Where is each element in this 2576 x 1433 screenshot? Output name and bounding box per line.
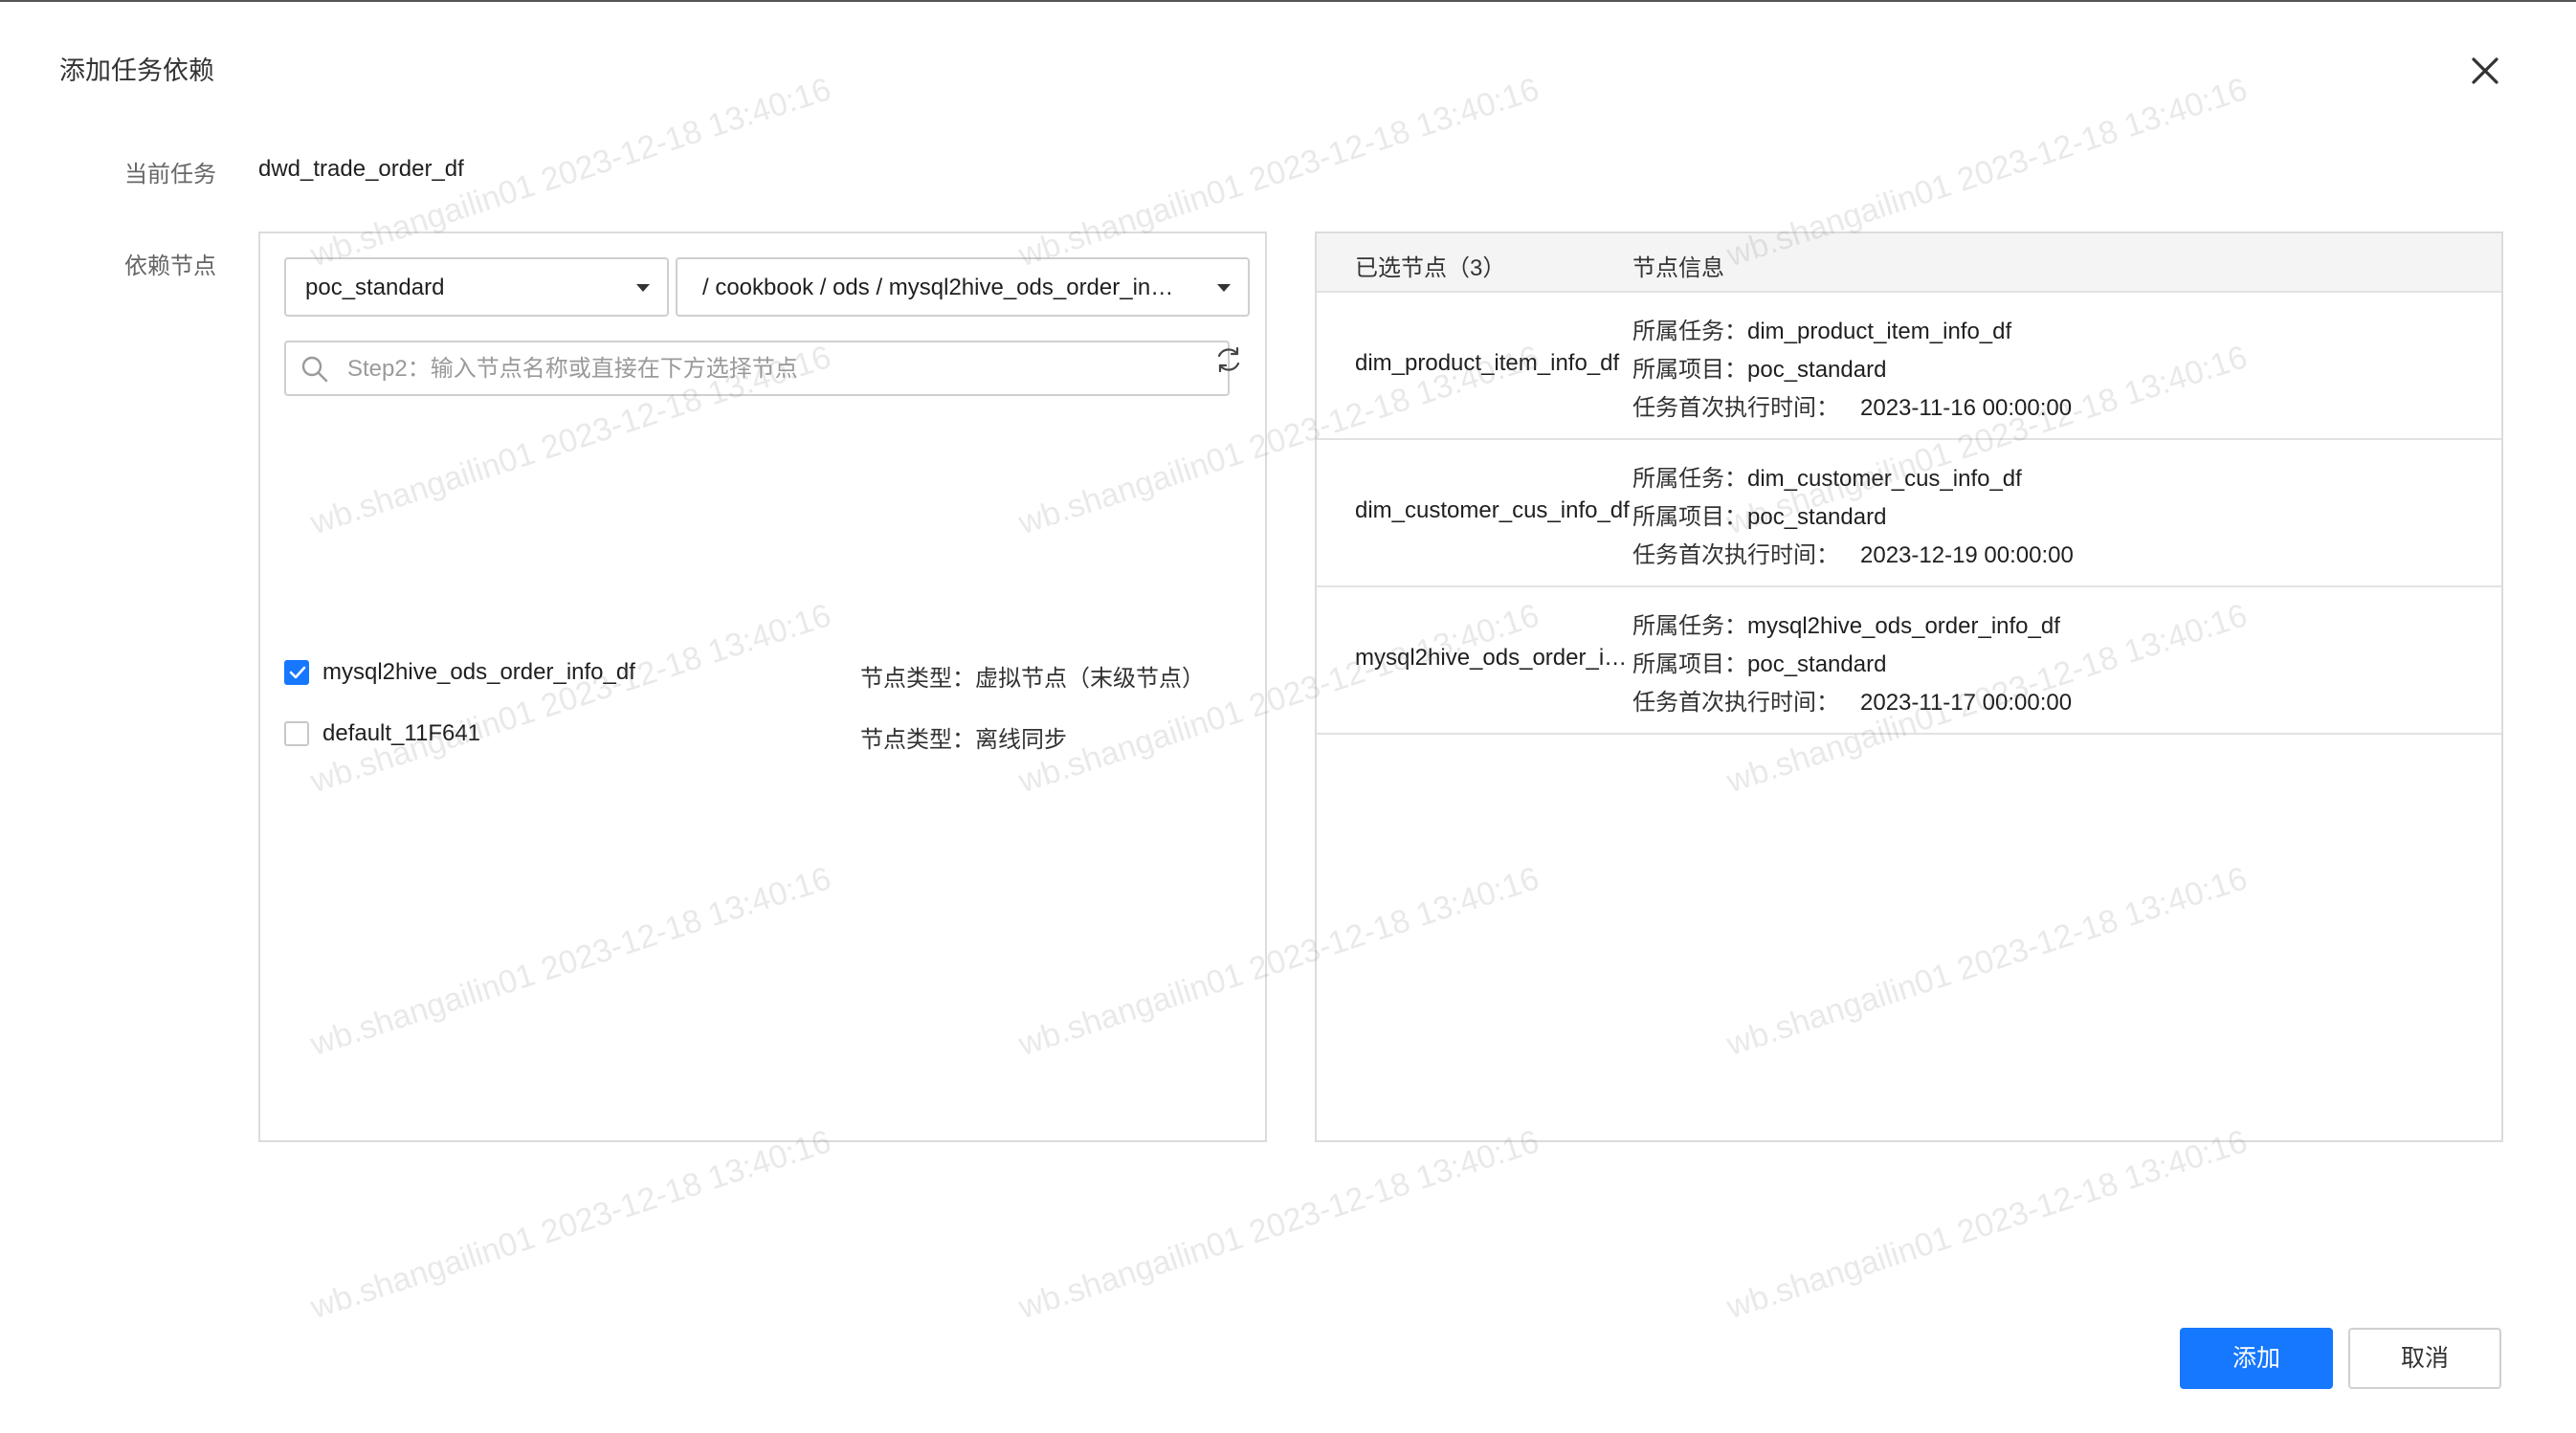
- selected-count-header: 已选节点（3）: [1355, 255, 1506, 281]
- node-task-info: 所属任务：dim_customer_cus_info_df: [1632, 466, 2022, 492]
- add-task-dependency-dialog: 添加任务依赖 当前任务 dwd_trade_order_df 依赖节点 poc_…: [0, 0, 2576, 1433]
- caret-down-icon: [1217, 284, 1231, 292]
- close-icon[interactable]: [2464, 50, 2506, 92]
- path-select-value: / cookbook / ods / mysql2hive_ods_order_…: [702, 275, 1174, 300]
- cancel-button[interactable]: 取消: [2348, 1328, 2501, 1389]
- node-project-info: 所属项目：poc_standard: [1632, 357, 1887, 383]
- node-checkbox[interactable]: [284, 721, 309, 746]
- selected-node-name: mysql2hive_ods_order_i…: [1355, 645, 1628, 671]
- selected-node-row: dim_product_item_info_df 所属任务：dim_produc…: [1317, 293, 2501, 440]
- selected-node-row: mysql2hive_ods_order_i… 所属任务：mysql2hive_…: [1317, 587, 2501, 735]
- node-selector-panel: poc_standard / cookbook / ods / mysql2hi…: [258, 231, 1267, 1142]
- node-list-item[interactable]: default_11F641 节点类型：离线同步: [284, 717, 1241, 753]
- refresh-icon[interactable]: [1211, 342, 1246, 377]
- caret-down-icon: [636, 284, 650, 292]
- selected-node-name: dim_product_item_info_df: [1355, 350, 1620, 376]
- node-list-item[interactable]: mysql2hive_ods_order_info_df 节点类型：虚拟节点（末…: [284, 656, 1241, 692]
- add-button[interactable]: 添加: [2180, 1328, 2333, 1389]
- node-project-info: 所属项目：poc_standard: [1632, 504, 1887, 530]
- node-name: default_11F641: [322, 720, 481, 746]
- project-select[interactable]: poc_standard: [284, 257, 669, 317]
- selected-nodes-panel: 已选节点（3） 节点信息 dim_product_item_info_df 所属…: [1315, 231, 2503, 1142]
- selected-nodes-header: 已选节点（3） 节点信息: [1317, 233, 2501, 293]
- project-select-value: poc_standard: [305, 275, 445, 300]
- node-info-header: 节点信息: [1632, 255, 1724, 281]
- selected-node-name: dim_customer_cus_info_df: [1355, 497, 1630, 523]
- node-checkbox-checked[interactable]: [284, 660, 309, 685]
- dialog-title: 添加任务依赖: [59, 56, 214, 85]
- watermark: wb.shangailin01 2023-12-18 13:40:16: [306, 1123, 835, 1327]
- node-task-info: 所属任务：mysql2hive_ods_order_info_df: [1632, 613, 2060, 639]
- node-search-box: [284, 341, 1230, 396]
- current-task-label: 当前任务: [124, 162, 216, 187]
- node-project-info: 所属项目：poc_standard: [1632, 651, 1887, 677]
- path-select[interactable]: / cookbook / ods / mysql2hive_ods_order_…: [676, 257, 1250, 317]
- node-type: 节点类型：离线同步: [860, 727, 1067, 753]
- node-type: 节点类型：虚拟节点（末级节点）: [860, 666, 1205, 692]
- node-first-run-info: 任务首次执行时间： 2023-12-19 00:00:00: [1632, 542, 2074, 568]
- node-name: mysql2hive_ods_order_info_df: [322, 659, 635, 685]
- node-first-run-info: 任务首次执行时间： 2023-11-16 00:00:00: [1632, 395, 2073, 421]
- node-first-run-info: 任务首次执行时间： 2023-11-17 00:00:00: [1632, 690, 2073, 716]
- current-task-value: dwd_trade_order_df: [258, 156, 464, 182]
- watermark: wb.shangailin01 2023-12-18 13:40:16: [1722, 1123, 2252, 1327]
- search-icon: [300, 354, 330, 385]
- node-task-info: 所属任务：dim_product_item_info_df: [1632, 319, 2012, 344]
- selected-node-row: dim_customer_cus_info_df 所属任务：dim_custom…: [1317, 440, 2501, 587]
- node-search-input[interactable]: [345, 350, 1210, 388]
- watermark: wb.shangailin01 2023-12-18 13:40:16: [1014, 1123, 1543, 1327]
- dependency-node-label: 依赖节点: [124, 254, 216, 279]
